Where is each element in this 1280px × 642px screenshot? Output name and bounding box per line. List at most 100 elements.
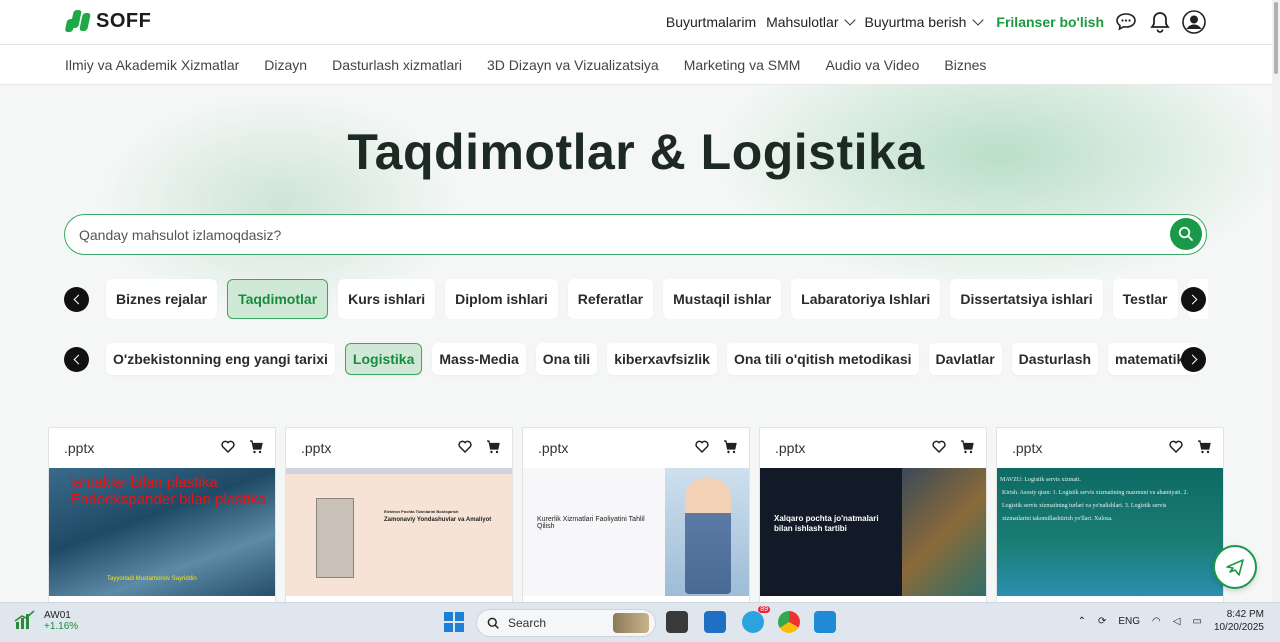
chip-presentations[interactable]: Taqdimotlar [227, 279, 329, 319]
search-bar[interactable]: Qanday mahsulot izlamoqdasiz? [64, 214, 1207, 255]
product-thumbnail: Xalqaro pochta jo'natmalari bilan ishlas… [760, 468, 986, 596]
stock-change: +1.16% [44, 621, 79, 632]
cart-icon[interactable] [1197, 440, 1211, 454]
logo-text: SOFF [96, 9, 152, 32]
top-header: SOFF Buyurtmalarim Mahsulotlar Buyurtma … [0, 0, 1272, 45]
heart-icon[interactable] [1169, 440, 1183, 453]
chip-course-works[interactable]: Kurs ishlari [338, 279, 436, 319]
main-nav: Buyurtmalarim Mahsulotlar Buyurtma beris… [666, 0, 1206, 44]
nav-become-freelancer[interactable]: Frilanser bo'lish [996, 14, 1104, 30]
file-extension: .pptx [64, 440, 95, 456]
chevron-down-icon [972, 14, 985, 26]
page-scrollbar[interactable] [1272, 0, 1280, 602]
cart-icon[interactable] [249, 440, 263, 454]
scroll-right-button[interactable] [1181, 287, 1206, 312]
user-avatar-icon[interactable] [1182, 10, 1206, 34]
cart-icon[interactable] [960, 440, 974, 454]
chip-dissertations[interactable]: Dissertatsiya ishlari [950, 279, 1103, 319]
product-grid: .pptx lahtaklar bilan plastika Endoekspa… [48, 427, 1224, 607]
product-thumbnail: MAVZU: Logistik servis xizmati. Kirish. A… [997, 468, 1223, 596]
file-extension: .pptx [538, 440, 569, 456]
category-3d-design[interactable]: 3D Dizayn va Vizualizatsiya [487, 57, 659, 73]
chat-icon[interactable] [1114, 10, 1138, 34]
category-marketing[interactable]: Marketing va SMM [684, 57, 801, 73]
scroll-left-button[interactable] [64, 287, 89, 312]
chip-programming[interactable]: Dasturlash [1011, 343, 1099, 375]
heart-icon[interactable] [932, 440, 946, 453]
category-audio-video[interactable]: Audio va Video [825, 57, 919, 73]
vscode-icon[interactable] [814, 611, 836, 633]
chip-essays[interactable]: Referatlar [567, 279, 654, 319]
sync-icon[interactable]: ⟳ [1098, 616, 1106, 627]
category-programming[interactable]: Dasturlash xizmatlari [332, 57, 462, 73]
nav-my-orders[interactable]: Buyurtmalarim [666, 14, 756, 30]
thumbnail-heading: Zamonaviy Yondashuvlar va Amaliyot [384, 517, 492, 523]
thumbnail-title: Kurerlik Xizmatlari Faoliyatini Tahlil Q… [537, 516, 645, 530]
search-button[interactable] [1170, 218, 1202, 250]
cart-icon[interactable] [486, 440, 500, 454]
heart-icon[interactable] [458, 440, 472, 453]
chip-list: Biznes rejalar Taqdimotlar Kurs ishlari … [106, 279, 1208, 319]
thumbnail-title: Elektron Pochta Tizimlarini Boshqarish Za… [384, 508, 504, 524]
chip-cybersecurity[interactable]: kiberxavfsizlik [607, 343, 717, 375]
notification-badge: 89 [758, 606, 770, 613]
telegram-icon[interactable]: 89 [742, 606, 770, 633]
product-card[interactable]: .pptx MAVZU: Logistik servis xizmati. Kir… [996, 427, 1224, 607]
chip-countries[interactable]: Davlatlar [928, 343, 1002, 375]
heart-icon[interactable] [221, 440, 235, 453]
battery-icon[interactable]: ▭ [1192, 616, 1201, 627]
send-icon [1226, 559, 1244, 576]
wifi-icon[interactable]: ◠ [1152, 616, 1161, 627]
stock-widget[interactable]: AW01 +1.16% [14, 610, 78, 632]
chevron-right-icon [1187, 294, 1197, 305]
product-card[interactable]: .pptx lahtaklar bilan plastika Endoekspa… [48, 427, 276, 607]
taskbar-search[interactable]: Search [476, 609, 656, 637]
product-card[interactable]: .pptx Elektron Pochta Tizimlarini Boshqa… [285, 427, 513, 607]
chip-business-plans[interactable]: Biznes rejalar [106, 279, 218, 319]
clock[interactable]: 8:42 PM 10/20/2025 [1214, 608, 1264, 634]
search-input[interactable]: Qanday mahsulot izlamoqdasiz? [79, 227, 281, 243]
chip-tests[interactable]: Testlar [1112, 279, 1178, 319]
product-card[interactable]: .pptx Kurerlik Xizmatlari Faoliyatini Ta… [522, 427, 750, 607]
task-view-icon[interactable] [666, 611, 688, 633]
chip-uzbekistan-history[interactable]: O'zbekistonning eng yangi tarixi [106, 343, 335, 375]
telegram-contact-button[interactable] [1213, 545, 1257, 589]
page-title: Taqdimotlar & Logistika [347, 124, 925, 180]
category-business[interactable]: Biznes [944, 57, 986, 73]
nav-products[interactable]: Mahsulotlar [766, 14, 857, 30]
chip-logistics[interactable]: Logistika [344, 343, 423, 375]
clock-date: 10/20/2025 [1213, 622, 1264, 633]
category-design[interactable]: Dizayn [264, 57, 307, 73]
thumbnail-subtitle: Tayyorladi Mustamonov Sayriddin [107, 576, 197, 582]
logo-icon [64, 9, 94, 33]
search-icon [1178, 226, 1193, 241]
stock-chart-icon [14, 610, 35, 629]
bell-icon[interactable] [1148, 10, 1172, 34]
scrollbar-thumb[interactable] [1274, 2, 1278, 74]
category-bar: Ilmiy va Akademik Xizmatlar Dizayn Dastu… [0, 45, 1272, 85]
chrome-icon[interactable] [778, 611, 800, 633]
chip-diploma-works[interactable]: Diplom ishlari [445, 279, 558, 319]
scroll-right-button[interactable] [1181, 347, 1206, 372]
language-indicator[interactable]: ENG [1118, 616, 1140, 627]
chip-mass-media[interactable]: Mass-Media [432, 343, 526, 375]
heart-icon[interactable] [695, 440, 709, 453]
chip-mother-tongue[interactable]: Ona tili [535, 343, 598, 375]
category-academic[interactable]: Ilmiy va Akademik Xizmatlar [65, 57, 239, 73]
cart-icon[interactable] [723, 440, 737, 454]
chip-independent-works[interactable]: Mustaqil ishlar [663, 279, 782, 319]
clock-time: 8:42 PM [1226, 609, 1264, 620]
chip-lab-works[interactable]: Labaratoriya Ishlari [791, 279, 941, 319]
chip-teaching-methodology[interactable]: Ona tili o'qitish metodikasi [726, 343, 919, 375]
store-icon[interactable] [704, 611, 726, 633]
volume-icon[interactable]: ◁ [1173, 616, 1181, 627]
windows-start-icon[interactable] [443, 611, 465, 633]
topic-chip-row: O'zbekistonning eng yangi tarixi Logisti… [64, 339, 1208, 379]
soff-logo[interactable]: SOFF [64, 9, 151, 33]
courier-illustration [665, 468, 749, 596]
scroll-left-button[interactable] [64, 347, 89, 372]
nav-place-order[interactable]: Buyurtma berish [864, 14, 985, 30]
product-card[interactable]: .pptx Xalqaro pochta jo'natmalari bilan … [759, 427, 987, 607]
search-highlight-icon [613, 613, 649, 633]
chevron-up-icon[interactable]: ⌃ [1078, 616, 1086, 627]
